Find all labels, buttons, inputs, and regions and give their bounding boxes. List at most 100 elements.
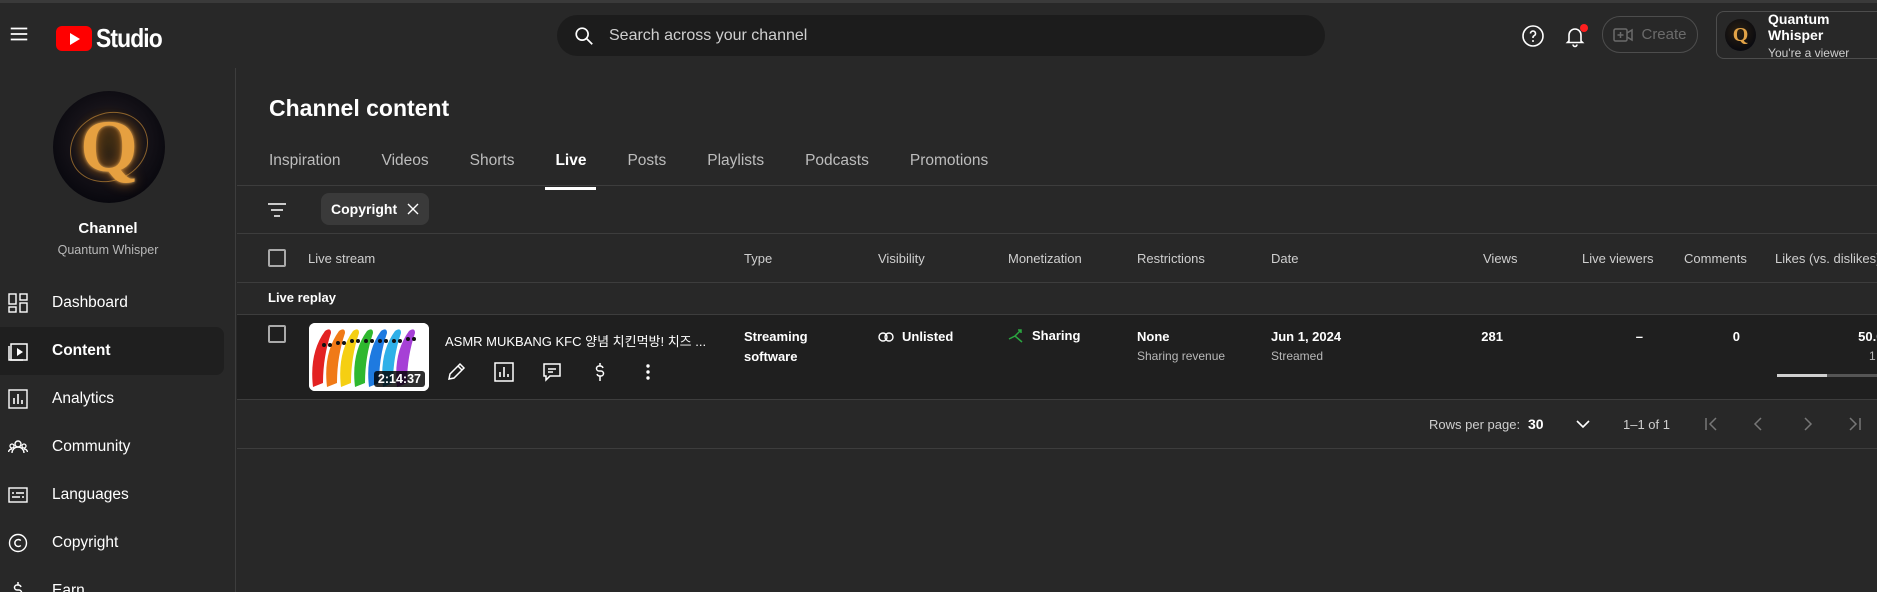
last-page-icon[interactable]	[1845, 414, 1865, 434]
link-icon	[878, 331, 894, 342]
dashboard-icon	[8, 293, 28, 313]
row-actions	[445, 361, 685, 383]
youtube-logo-icon	[56, 26, 92, 51]
column-header-restrictions[interactable]: Restrictions	[1137, 251, 1205, 266]
notifications-button[interactable]	[1563, 24, 1588, 48]
comments-value: 0	[1732, 329, 1740, 344]
sidebar-item-content[interactable]: Content	[0, 327, 224, 375]
restrictions-value: None	[1137, 329, 1170, 344]
monetization-dollar-icon[interactable]	[589, 361, 611, 383]
column-header-live-viewers[interactable]: Live viewers	[1582, 251, 1654, 266]
sidebar-item-label: Copyright	[52, 534, 119, 551]
likes-cell: 50.0% 1 like	[1777, 329, 1877, 363]
table-header: Live stream Type Visibility Monetization…	[237, 234, 1877, 282]
monetization-cell[interactable]: Sharing	[1008, 328, 1080, 343]
sidebar-item-community[interactable]: Community	[0, 423, 236, 471]
video-thumbnail[interactable]: 2:14:37	[309, 323, 429, 391]
video-duration: 2:14:37	[373, 371, 425, 387]
notification-dot	[1580, 24, 1588, 32]
date-value: Jun 1, 2024	[1271, 329, 1342, 344]
filter-icon[interactable]	[266, 199, 288, 221]
rows-per-page-value[interactable]: 30	[1528, 416, 1544, 432]
first-page-icon[interactable]	[1701, 414, 1721, 434]
studio-logo[interactable]: Studio	[56, 23, 171, 54]
type-line1: Streaming	[744, 329, 808, 344]
visibility-cell[interactable]: Unlisted	[878, 329, 953, 344]
filter-chip-copyright[interactable]: Copyright	[321, 193, 430, 225]
sidebar-item-copyright[interactable]: Copyright	[0, 519, 236, 567]
likes-percent: 50.0%	[1858, 329, 1877, 344]
previous-page-icon[interactable]	[1748, 414, 1768, 434]
search-bar[interactable]	[557, 15, 1325, 56]
sidebar-item-label: Languages	[52, 486, 129, 503]
visibility-value: Unlisted	[902, 329, 954, 344]
sidebar-item-analytics[interactable]: Analytics	[0, 375, 236, 423]
sidebar-item-label: Earn	[52, 582, 85, 592]
column-header-type[interactable]: Type	[744, 251, 772, 266]
top-bar: Studio Create Q Quantum Whisper You're a…	[0, 3, 1877, 68]
avatar-ring-decoration	[58, 99, 160, 195]
live-viewers-value: –	[1635, 329, 1643, 344]
monetization-value: Sharing	[1032, 328, 1081, 343]
column-header-date[interactable]: Date	[1271, 251, 1298, 266]
views-value: 281	[1481, 329, 1503, 344]
type-cell: Streaming software	[744, 329, 808, 364]
chevron-down-icon[interactable]	[1573, 414, 1593, 434]
account-avatar: Q	[1725, 19, 1757, 51]
sidebar-item-languages[interactable]: Languages	[0, 471, 236, 519]
sidebar-item-label: Community	[52, 438, 131, 455]
sidebar-item-dashboard[interactable]: Dashboard	[0, 279, 236, 327]
table-row[interactable]: 2:14:37 ASMR MUKBANG KFC 양념 치킨먹방! 치즈 ...…	[237, 315, 1877, 399]
row-checkbox[interactable]	[268, 325, 286, 343]
channel-title: Channel	[78, 220, 138, 237]
account-role: You're a viewer	[1768, 45, 1850, 60]
edit-icon[interactable]	[445, 361, 467, 383]
more-options-icon[interactable]	[637, 361, 659, 383]
analytics-icon[interactable]	[493, 361, 515, 383]
search-icon	[575, 26, 593, 45]
likes-count: 1 like	[1868, 349, 1877, 363]
sidebar-item-label: Analytics	[52, 390, 115, 407]
comments-icon[interactable]	[541, 361, 563, 383]
sidebar-item-label: Dashboard	[52, 294, 128, 311]
create-video-icon	[1613, 27, 1634, 42]
create-label: Create	[1641, 26, 1687, 43]
close-icon[interactable]	[407, 203, 419, 215]
column-header-likes[interactable]: Likes (vs. dislikes)	[1775, 251, 1877, 266]
next-page-icon[interactable]	[1798, 414, 1818, 434]
select-all-checkbox[interactable]	[268, 249, 286, 267]
restrictions-sub: Sharing revenue	[1137, 349, 1226, 363]
column-header-monetization[interactable]: Monetization	[1008, 251, 1082, 266]
column-header-visibility[interactable]: Visibility	[878, 251, 925, 266]
divider	[237, 282, 1877, 283]
analytics-icon	[8, 389, 28, 409]
likes-ratio-bar	[1777, 374, 1877, 377]
restrictions-cell: None Sharing revenue	[1137, 329, 1225, 363]
search-input[interactable]	[609, 26, 1209, 45]
languages-icon	[8, 487, 28, 503]
page-range: 1–1 of 1	[1623, 417, 1670, 432]
date-cell: Jun 1, 2024 Streamed	[1271, 329, 1341, 363]
main-content: Channel content Inspiration Videos Short…	[237, 68, 1877, 592]
filter-chip-label: Copyright	[331, 201, 398, 217]
create-button[interactable]: Create	[1602, 16, 1698, 53]
dollar-icon	[13, 582, 23, 592]
divider	[237, 448, 1877, 449]
page-title: Channel content	[269, 95, 450, 121]
sidebar: Q Channel Quantum Whisper Dashboard Cont…	[0, 68, 236, 592]
channel-name: Quantum Whisper	[57, 243, 159, 257]
rows-per-page-label: Rows per page:	[1429, 417, 1521, 432]
monetization-sharing-icon	[1008, 328, 1023, 343]
date-sub: Streamed	[1271, 349, 1324, 363]
column-header-views[interactable]: Views	[1483, 251, 1517, 266]
content-icon	[8, 343, 28, 361]
menu-icon[interactable]	[8, 23, 30, 45]
video-title[interactable]: ASMR MUKBANG KFC 양념 치킨먹방! 치즈 ...	[445, 331, 707, 350]
help-icon[interactable]	[1521, 24, 1545, 48]
column-header-comments[interactable]: Comments	[1684, 251, 1747, 266]
column-header-live-stream[interactable]: Live stream	[308, 251, 375, 266]
sidebar-item-earn[interactable]: Earn	[0, 567, 236, 592]
account-switcher[interactable]: Q Quantum Whisper You're a viewer	[1716, 11, 1877, 60]
section-label-live-replay: Live replay	[268, 290, 336, 305]
channel-avatar[interactable]: Q	[53, 91, 165, 203]
